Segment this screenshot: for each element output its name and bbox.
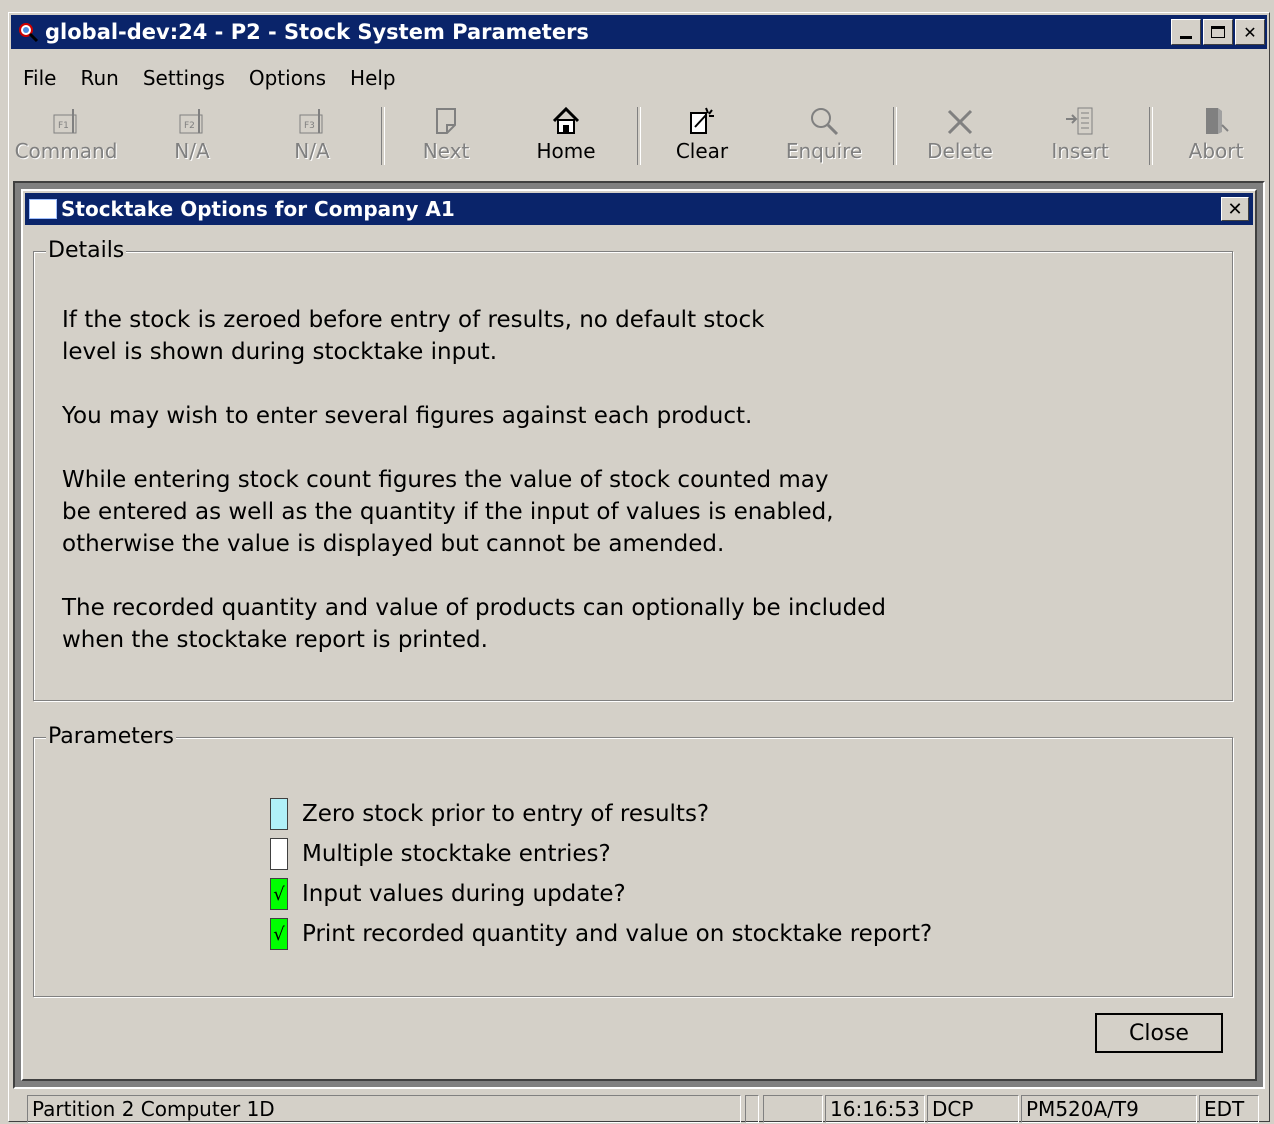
parameters-legend: Parameters bbox=[46, 724, 176, 749]
minimize-button[interactable] bbox=[1171, 19, 1201, 45]
home-label: Home bbox=[536, 139, 596, 163]
dialog-title: Stocktake Options for Company A1 bbox=[61, 197, 455, 221]
menu-help[interactable]: Help bbox=[338, 65, 408, 91]
details-paragraph: You may wish to enter several figures ag… bbox=[62, 403, 753, 429]
details-paragraph: While entering stock count figures the v… bbox=[62, 467, 834, 557]
insert-icon bbox=[1066, 107, 1093, 135]
close-icon: ✕ bbox=[1227, 198, 1243, 220]
command-button[interactable]: F1 Command bbox=[11, 101, 121, 171]
next-button[interactable]: Next bbox=[391, 101, 501, 171]
clear-label: Clear bbox=[675, 139, 729, 163]
menu-options[interactable]: Options bbox=[237, 65, 338, 91]
minimize-icon bbox=[1180, 35, 1192, 39]
multiple-entries-checkbox[interactable] bbox=[270, 838, 288, 870]
details-text: If the stock is zeroed before entry of r… bbox=[62, 304, 886, 688]
insert-label: Insert bbox=[1051, 139, 1109, 163]
home-icon bbox=[552, 106, 580, 134]
mdi-workspace: Stocktake Options for Company A1 ✕ Detai… bbox=[13, 181, 1265, 1089]
zero-stock-label: Zero stock prior to entry of results? bbox=[302, 801, 710, 827]
toolbar-separator bbox=[637, 107, 641, 165]
menu-bar: File Run Settings Options Help bbox=[11, 65, 408, 91]
svg-text:F3: F3 bbox=[304, 121, 315, 131]
door-icon bbox=[1206, 108, 1229, 134]
maximize-icon bbox=[1211, 26, 1225, 38]
abort-label: Abort bbox=[1188, 139, 1244, 163]
dialog-title-bar[interactable]: Stocktake Options for Company A1 ✕ bbox=[25, 193, 1253, 225]
toolbar: F1 Command F2 N/A F3 N/A Next Home Clear… bbox=[11, 101, 1267, 173]
status-user: DCP bbox=[927, 1095, 1019, 1123]
details-paragraph: The recorded quantity and value of produ… bbox=[62, 595, 886, 653]
clear-button[interactable]: Clear bbox=[647, 101, 757, 171]
f3-label: N/A bbox=[294, 139, 330, 163]
print-recorded-label: Print recorded quantity and value on sto… bbox=[302, 921, 933, 947]
maximize-button[interactable] bbox=[1203, 19, 1233, 45]
f3-button[interactable]: F3 N/A bbox=[257, 101, 367, 171]
f2-key-icon: F2 bbox=[179, 109, 203, 134]
clear-icon bbox=[690, 107, 714, 134]
menu-file[interactable]: File bbox=[11, 65, 68, 91]
close-button[interactable]: Close bbox=[1095, 1013, 1223, 1053]
window-close-button[interactable]: ✕ bbox=[1235, 19, 1265, 45]
dialog-close-button[interactable]: ✕ bbox=[1221, 197, 1249, 221]
window-title: global-dev:24 - P2 - Stock System Parame… bbox=[45, 20, 589, 44]
status-program: PM520A/T9 bbox=[1021, 1095, 1197, 1123]
status-blank-cell bbox=[745, 1095, 759, 1123]
toolbar-separator bbox=[893, 107, 897, 165]
menu-run[interactable]: Run bbox=[68, 65, 130, 91]
f1-key-icon: F1 bbox=[53, 109, 77, 134]
status-partition: Partition 2 Computer 1D bbox=[27, 1095, 741, 1123]
status-bar: Partition 2 Computer 1D 16:16:53 DCP PM5… bbox=[15, 1095, 1265, 1123]
parameters-group: Parameters Zero stock prior to entry of … bbox=[33, 724, 1233, 997]
details-group: Details If the stock is zeroed before en… bbox=[33, 238, 1233, 701]
abort-button[interactable]: Abort bbox=[1161, 101, 1271, 171]
parameter-list: Zero stock prior to entry of results? Mu… bbox=[270, 794, 932, 954]
f3-key-icon: F3 bbox=[299, 109, 323, 134]
check-mark-icon: √ bbox=[273, 924, 285, 945]
check-mark-icon: √ bbox=[273, 884, 285, 905]
x-icon bbox=[947, 109, 973, 135]
delete-label: Delete bbox=[927, 139, 993, 163]
enquire-label: Enquire bbox=[785, 139, 863, 163]
close-icon: ✕ bbox=[1243, 22, 1257, 42]
menu-settings[interactable]: Settings bbox=[131, 65, 237, 91]
main-window: global-dev:24 - P2 - Stock System Parame… bbox=[8, 12, 1270, 1123]
f2-label: N/A bbox=[174, 139, 210, 163]
delete-button[interactable]: Delete bbox=[905, 101, 1015, 171]
param-zero-stock[interactable]: Zero stock prior to entry of results? bbox=[270, 794, 932, 834]
param-multiple-entries[interactable]: Multiple stocktake entries? bbox=[270, 834, 932, 874]
print-recorded-checkbox[interactable]: √ bbox=[270, 918, 288, 950]
command-label: Command bbox=[14, 139, 118, 163]
magnifier-icon bbox=[811, 108, 839, 136]
home-button[interactable]: Home bbox=[511, 101, 621, 171]
input-values-checkbox[interactable]: √ bbox=[270, 878, 288, 910]
input-values-label: Input values during update? bbox=[302, 881, 626, 907]
param-input-values[interactable]: √ Input values during update? bbox=[270, 874, 932, 914]
app-magnifier-icon bbox=[17, 21, 39, 43]
enquire-button[interactable]: Enquire bbox=[769, 101, 879, 171]
next-label: Next bbox=[422, 139, 470, 163]
close-button-label: Close bbox=[1129, 1020, 1189, 1046]
status-time: 16:16:53 bbox=[825, 1095, 925, 1123]
window-title-bar[interactable]: global-dev:24 - P2 - Stock System Parame… bbox=[11, 15, 1267, 49]
param-print-recorded[interactable]: √ Print recorded quantity and value on s… bbox=[270, 914, 932, 954]
details-paragraph: If the stock is zeroed before entry of r… bbox=[62, 307, 765, 365]
f2-button[interactable]: F2 N/A bbox=[137, 101, 247, 171]
toolbar-separator bbox=[381, 107, 385, 165]
stocktake-options-dialog: Stocktake Options for Company A1 ✕ Detai… bbox=[21, 189, 1257, 1081]
toolbar-separator bbox=[1149, 107, 1153, 165]
page-icon bbox=[436, 108, 456, 134]
multiple-entries-label: Multiple stocktake entries? bbox=[302, 841, 611, 867]
details-legend: Details bbox=[46, 238, 127, 263]
zero-stock-checkbox[interactable] bbox=[270, 798, 288, 830]
window-icon bbox=[29, 199, 57, 219]
svg-text:F2: F2 bbox=[184, 121, 195, 131]
status-mode: EDT bbox=[1199, 1095, 1259, 1123]
svg-text:F1: F1 bbox=[58, 121, 69, 131]
insert-button[interactable]: Insert bbox=[1025, 101, 1135, 171]
status-blank-cell bbox=[763, 1095, 823, 1123]
